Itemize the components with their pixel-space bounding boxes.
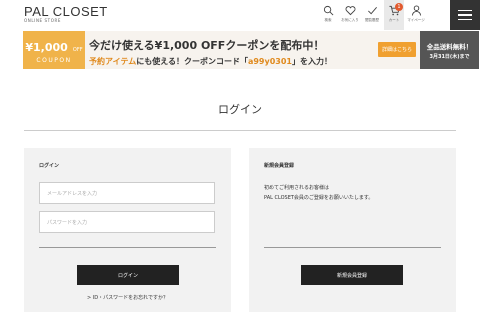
coupon-code: a99y0301 (247, 57, 292, 66)
login-button[interactable]: ログイン (77, 265, 179, 285)
nav-search-label: 検索 (324, 18, 332, 22)
register-description: 初めてご利用されるお客様は PAL CLOSET会員のご登録をお願いいたします。 (264, 183, 373, 203)
banner-headline: 今だけ使える¥1,000 OFFクーポンを配布中！ (89, 39, 325, 52)
forgot-password-link[interactable]: > ID・パスワードをお忘れですか？ (24, 294, 231, 301)
menu-line-icon (458, 9, 472, 12)
login-panel-title: ログイン (39, 163, 60, 169)
register-description-line2: PAL CLOSET会員のご登録をお願いいたします。 (264, 195, 374, 201)
nav-mypage[interactable]: マイページ (406, 0, 426, 30)
header-nav: 検索 お気に入り 閲覧履歴 1 カート マイページ (316, 0, 426, 30)
register-panel-title: 新規会員登録 (264, 163, 295, 169)
nav-mypage-label: マイページ (407, 18, 425, 22)
nav-cart[interactable]: 1 カート (384, 0, 404, 30)
site-logo[interactable]: PAL CLOSET ONLINE STORE (24, 5, 108, 23)
banner-sub-suffix: 」を入力！ (291, 57, 332, 66)
coupon-amount-row: ¥1,000 OFF (25, 36, 82, 55)
free-shipping-title: 全品送料無料！ (426, 42, 473, 51)
person-icon (411, 5, 421, 16)
login-panel: ログイン メールアドレスを入力 パスワードを入力 ログイン > ID・パスワード… (24, 148, 231, 312)
coupon-amount: ¥1,000 (25, 41, 68, 54)
nav-favorites[interactable]: お気に入り (340, 0, 360, 30)
register-button[interactable]: 新規会員登録 (301, 265, 403, 285)
logo-text: PAL CLOSET (24, 4, 108, 19)
password-field[interactable]: パスワードを入力 (39, 211, 215, 233)
banner-subline: 予約アイテムにも使える！クーポンコード「a99y0301」を入力！ (89, 56, 332, 67)
menu-line-icon (458, 18, 472, 21)
coupon-off: OFF (72, 47, 83, 53)
nav-history[interactable]: 閲覧履歴 (362, 0, 382, 30)
banner-sub-highlight: 予約アイテム (89, 57, 137, 66)
logo-subtext: ONLINE STORE (24, 18, 61, 23)
register-description-line1: 初めてご利用されるお客様は (264, 185, 330, 191)
coupon-word: COUPON (36, 57, 72, 64)
search-icon (323, 5, 333, 16)
heart-icon (345, 6, 355, 16)
hamburger-menu-button[interactable] (450, 0, 480, 30)
nav-cart-label: カート (388, 18, 400, 22)
register-panel: 新規会員登録 初めてご利用されるお客様は PAL CLOSET会員のご登録をお願… (249, 148, 456, 312)
page-title: ログイン (218, 103, 262, 116)
coupon-badge: ¥1,000 OFF COUPON (23, 31, 85, 69)
banner-text: 今だけ使える¥1,000 OFFクーポンを配布中！ 予約アイテムにも使える！クー… (89, 37, 332, 67)
free-shipping-date: 3月31日(木)まで (429, 53, 470, 60)
email-field[interactable]: メールアドレスを入力 (39, 182, 215, 204)
register-divider (264, 247, 441, 248)
login-divider (39, 247, 216, 248)
cart-count-badge: 1 (395, 3, 403, 11)
nav-favorites-label: お気に入り (341, 18, 359, 22)
menu-line-icon (458, 14, 472, 16)
title-divider (24, 130, 456, 131)
details-button[interactable]: 詳細はこちら (378, 42, 416, 57)
nav-history-label: 閲覧履歴 (365, 18, 379, 22)
checkmark-icon (367, 6, 377, 15)
banner-sub-middle: にも使える！クーポンコード「 (136, 57, 248, 66)
site-header: PAL CLOSET ONLINE STORE 検索 お気に入り 閲覧履歴 1 … (0, 0, 480, 30)
promo-banner[interactable]: ¥1,000 OFF COUPON 今だけ使える¥1,000 OFFクーポンを配… (23, 31, 479, 69)
free-shipping-badge[interactable]: 全品送料無料！ 3月31日(木)まで (420, 31, 479, 69)
nav-search[interactable]: 検索 (318, 0, 338, 30)
